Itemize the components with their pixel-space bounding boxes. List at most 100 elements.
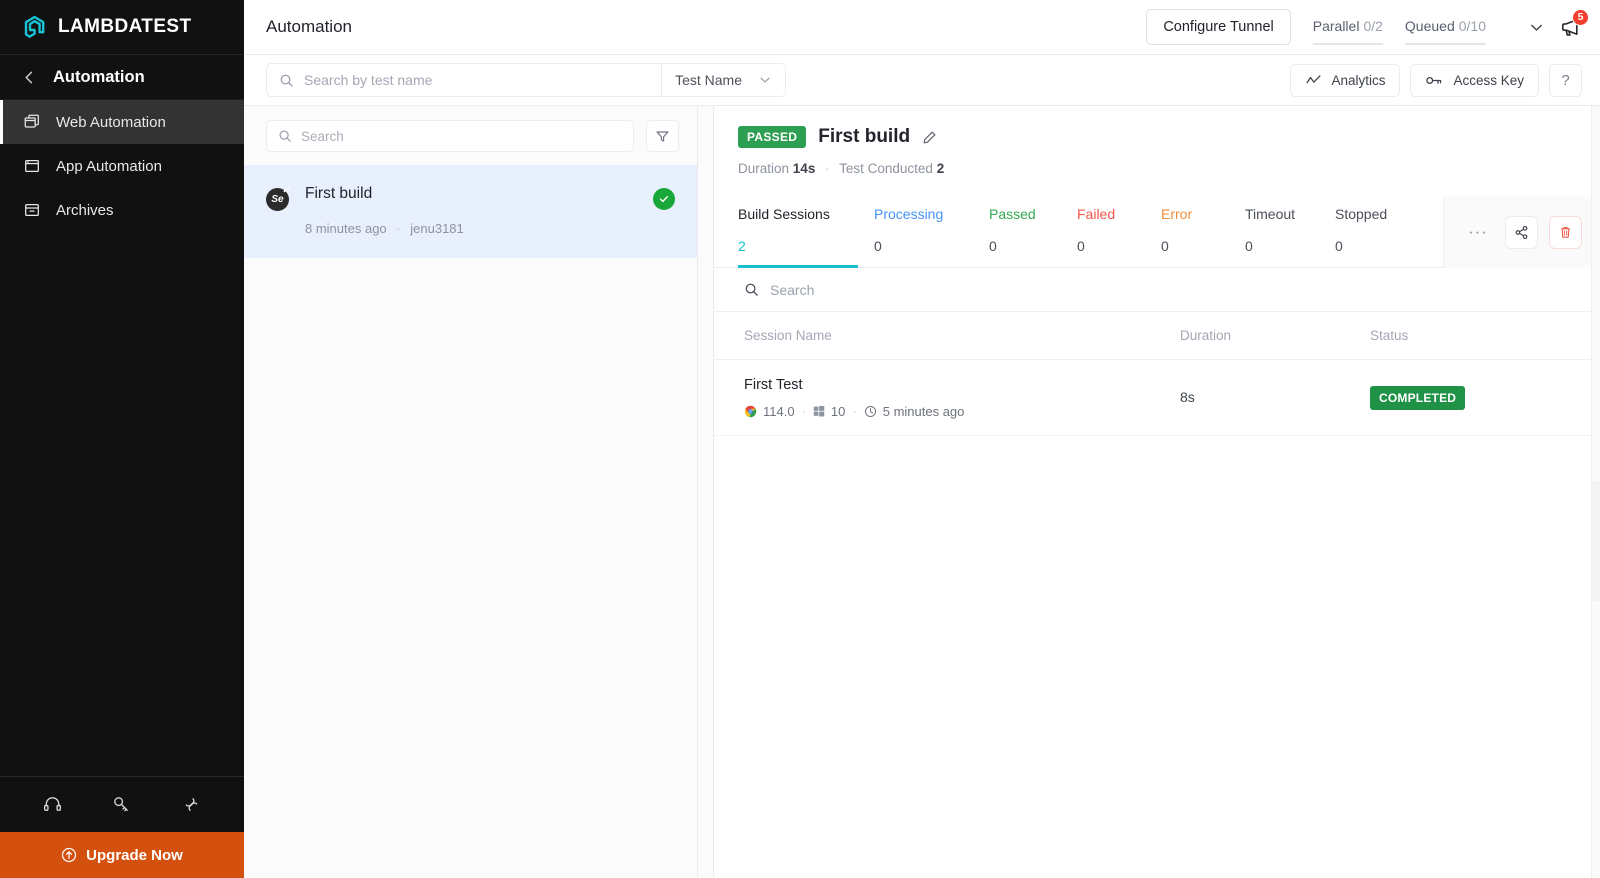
sub-bar-actions: Analytics Access Key ? [1290, 64, 1582, 97]
parallel-value: 0/2 [1363, 18, 1382, 34]
main-area: Automation Configure Tunnel Parallel0/2 … [244, 0, 1600, 878]
meta-separator: · [802, 404, 806, 419]
access-key-button[interactable]: Access Key [1410, 64, 1539, 97]
tests-conducted-label: Test Conducted [839, 161, 933, 176]
queued-label: Queued [1405, 18, 1455, 34]
build-actions: ··· [1443, 196, 1600, 268]
build-time: 8 minutes ago [305, 221, 387, 236]
session-time: 5 minutes ago [883, 404, 965, 419]
build-list-panel: Se ✓ First build 8 minutes ago · jenu318… [244, 106, 698, 878]
tab-failed[interactable]: Failed 0 [1065, 196, 1151, 267]
link-chain-icon[interactable] [180, 794, 202, 816]
column-status: Status [1370, 328, 1600, 343]
upgrade-now-label: Upgrade Now [86, 847, 183, 864]
tab-timeout[interactable]: Timeout 0 [1235, 196, 1335, 267]
search-input[interactable] [304, 72, 661, 88]
browser-info: 114.0 [744, 404, 795, 419]
session-duration: 8s [1180, 389, 1195, 405]
meta-separator: · [396, 221, 400, 236]
content-split: Se ✓ First build 8 minutes ago · jenu318… [244, 106, 1600, 878]
build-detail-meta: Duration 14s · Test Conducted 2 [738, 161, 1600, 176]
queued-value: 0/10 [1459, 18, 1486, 34]
chevron-left-icon[interactable] [22, 70, 37, 85]
search-icon [267, 73, 304, 88]
sidebar-item-web-automation[interactable]: Web Automation [0, 100, 244, 144]
build-search-input[interactable] [301, 129, 633, 144]
build-list-search-row [244, 106, 697, 165]
chevron-down-icon[interactable] [1528, 19, 1545, 36]
selenium-short-label: Se [271, 194, 283, 205]
more-options-button[interactable]: ··· [1462, 222, 1494, 242]
session-status-cell: COMPLETED [1370, 386, 1600, 410]
browser-version: 114.0 [763, 404, 795, 419]
sidebar-item-archives[interactable]: Archives [0, 188, 244, 232]
tab-error[interactable]: Error 0 [1151, 196, 1235, 267]
meta-separator: · [852, 404, 856, 419]
selenium-icon: Se ✓ [266, 188, 289, 211]
meta-separator: · [825, 161, 830, 176]
build-detail-title: First build [818, 126, 910, 148]
parallel-label: Parallel [1313, 18, 1360, 34]
build-user: jenu3181 [410, 221, 464, 236]
session-status-badge: COMPLETED [1370, 386, 1465, 410]
sidebar-section-header[interactable]: Automation [0, 55, 244, 100]
headset-support-icon[interactable] [42, 794, 64, 816]
session-duration-cell: 8s [1180, 389, 1370, 407]
key-icon[interactable] [111, 794, 133, 816]
tab-processing[interactable]: Processing 0 [858, 196, 973, 267]
duration-label: Duration [738, 161, 789, 176]
build-item-text: First build 8 minutes ago · jenu3181 [305, 185, 637, 236]
funnel-filter-icon[interactable] [646, 120, 679, 152]
arrow-up-circle-icon [61, 847, 77, 863]
scrollbar-thumb[interactable] [1591, 481, 1600, 601]
session-table-header: Session Name Duration Status [714, 312, 1600, 360]
upgrade-now-button[interactable]: Upgrade Now [0, 832, 244, 878]
notifications-button[interactable]: 5 [1559, 16, 1582, 39]
analytics-button[interactable]: Analytics [1290, 64, 1400, 97]
key-icon [1425, 73, 1444, 88]
sub-bar: Test Name Analytics Acces [244, 55, 1600, 106]
os-version: 10 [831, 404, 845, 419]
session-name-cell: First Test [744, 377, 1180, 419]
table-row[interactable]: First Test [714, 360, 1600, 436]
line-chart-icon [1305, 72, 1322, 89]
access-key-label: Access Key [1453, 73, 1524, 88]
queued-stat: Queued0/10 [1405, 10, 1486, 45]
help-button[interactable]: ? [1549, 64, 1582, 97]
build-meta: 8 minutes ago · jenu3181 [305, 221, 637, 236]
tab-count: 0 [989, 238, 1065, 254]
tab-label: Timeout [1245, 206, 1335, 222]
build-name: First build [305, 185, 637, 203]
app-window-icon [22, 157, 41, 176]
sidebar-item-app-automation[interactable]: App Automation [0, 144, 244, 188]
configure-tunnel-button[interactable]: Configure Tunnel [1146, 9, 1290, 45]
search-icon [744, 282, 759, 297]
session-search-row[interactable]: Search [714, 268, 1600, 312]
session-time-info: 5 minutes ago [864, 404, 965, 419]
top-bar: Automation Configure Tunnel Parallel0/2 … [244, 0, 1600, 55]
parallel-stat: Parallel0/2 [1313, 10, 1383, 45]
tab-count: 0 [874, 238, 973, 254]
tab-passed[interactable]: Passed 0 [973, 196, 1065, 267]
share-icon[interactable] [1505, 216, 1538, 249]
tab-label: Build Sessions [738, 206, 858, 222]
build-list-item[interactable]: Se ✓ First build 8 minutes ago · jenu318… [244, 165, 697, 258]
tab-stopped[interactable]: Stopped 0 [1335, 196, 1405, 267]
search-field-dropdown[interactable]: Test Name [661, 64, 785, 96]
analytics-label: Analytics [1331, 73, 1385, 88]
sidebar-section-label: Automation [53, 68, 145, 87]
top-bar-icons: 5 [1528, 16, 1582, 39]
concurrency-stats: Parallel0/2 Queued0/10 [1313, 10, 1486, 45]
top-bar-right: Configure Tunnel Parallel0/2 Queued0/10 [1146, 9, 1582, 45]
column-session-name: Session Name [744, 328, 1180, 343]
pencil-icon[interactable] [922, 130, 937, 145]
trash-icon[interactable] [1549, 216, 1582, 249]
duration-value: 14s [793, 161, 816, 176]
brand-header[interactable]: LAMBDATEST [0, 0, 244, 55]
vertical-scrollbar[interactable] [1591, 106, 1600, 878]
session-meta: 114.0 · [744, 404, 1180, 419]
tab-label: Error [1161, 206, 1235, 222]
tab-build-sessions[interactable]: Build Sessions 2 [738, 196, 858, 267]
session-name: First Test [744, 377, 1180, 393]
tab-count: 0 [1161, 238, 1235, 254]
